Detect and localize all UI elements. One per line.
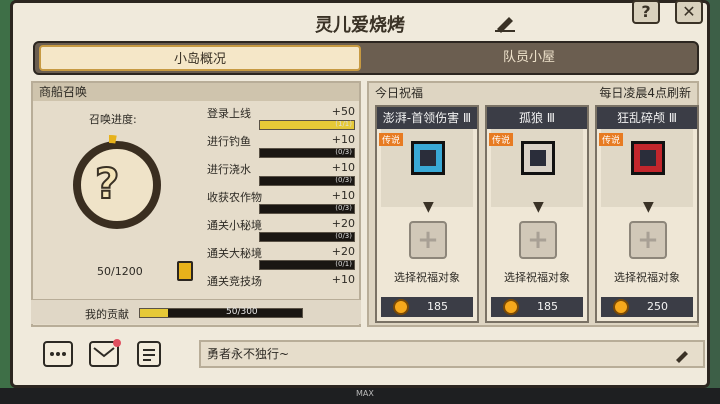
- legend-badge: 传说: [379, 133, 404, 146]
- island-panel: 灵儿爱烧烤 小岛概况 队员小屋 商船召唤 召唤进度: ? 50/1200 登录上…: [10, 0, 710, 388]
- task-reward: +10: [331, 161, 355, 174]
- blessing-cost-button[interactable]: 185: [381, 297, 473, 317]
- contribution-row: 我的贡献 50/300: [31, 299, 361, 324]
- task-progress-bar: (0/3): [259, 232, 355, 242]
- task-progress-bar: (0/3): [259, 148, 355, 158]
- blessing-card-title: 澎湃-首领伤害 Ⅲ: [377, 107, 477, 129]
- question-mark-icon: ?: [94, 158, 120, 209]
- task-row: 通关大秘境 +20 (0/1): [207, 245, 355, 275]
- blessing-icon: [521, 141, 555, 175]
- blessing-cost-button[interactable]: 185: [491, 297, 583, 317]
- contribution-label: 我的贡献: [85, 308, 129, 321]
- task-row: 进行浇水 +10 (0/3): [207, 161, 355, 191]
- summon-count: 50/1200: [97, 265, 143, 278]
- select-target-slot[interactable]: +: [629, 221, 667, 259]
- panel-title: 灵儿爱烧烤: [315, 15, 405, 36]
- task-name: 登录上线: [207, 107, 251, 120]
- motto-text: 勇者永不独行~: [207, 347, 290, 361]
- blessing-card: 澎湃-首领伤害 Ⅲ 传说 ▼ + 选择祝福对象 185: [375, 105, 479, 323]
- refresh-note: 每日凌晨4点刷新: [599, 86, 691, 100]
- task-progress-bar: (0/1): [259, 260, 355, 270]
- task-progress-text: (1/1): [335, 120, 352, 128]
- legend-badge: 传说: [599, 133, 624, 146]
- task-reward: +10: [331, 189, 355, 202]
- blessing-icon: [411, 141, 445, 175]
- blessing-cost-button[interactable]: 250: [601, 297, 693, 317]
- contribution-fill: [140, 309, 168, 317]
- task-name: 收获农作物: [207, 191, 262, 204]
- chat-icon[interactable]: [43, 341, 73, 367]
- task-reward: +10: [331, 133, 355, 146]
- bottom-bar: 勇者永不独行~: [29, 333, 705, 377]
- coin-icon: [393, 299, 409, 315]
- blessing-card-title: 孤狼 Ⅲ: [487, 107, 587, 129]
- task-reward: +10: [331, 273, 355, 286]
- task-progress-bar: (1/1): [259, 120, 355, 130]
- close-button[interactable]: ✕: [675, 0, 703, 24]
- coin-icon: [503, 299, 519, 315]
- edit-motto-icon[interactable]: [673, 346, 691, 364]
- motto-field[interactable]: 勇者永不独行~: [199, 340, 705, 368]
- blessing-card: 孤狼 Ⅲ 传说 ▼ + 选择祝福对象 185: [485, 105, 589, 323]
- arrow-down-icon: ▼: [643, 199, 654, 215]
- blessing-card-title: 狂乱碎颅 Ⅲ: [597, 107, 697, 129]
- max-label: MAX: [356, 389, 374, 398]
- notes-icon[interactable]: [137, 341, 161, 367]
- edit-title-icon[interactable]: [493, 13, 517, 33]
- clipboard-icon[interactable]: [177, 261, 193, 281]
- task-row: 登录上线 +50 (1/1): [207, 105, 355, 135]
- blessing-cost: 250: [647, 300, 668, 313]
- ship-summon-title: 商船召唤: [33, 83, 359, 101]
- task-row: 进行钓鱼 +10 (0/3): [207, 133, 355, 163]
- choose-target-text[interactable]: 选择祝福对象: [487, 269, 587, 285]
- task-progress-text: (0/3): [335, 176, 352, 184]
- task-name: 通关竞技场: [207, 275, 262, 288]
- task-name: 进行浇水: [207, 163, 251, 176]
- today-blessing-section: 今日祝福 每日凌晨4点刷新 澎湃-首领伤害 Ⅲ 传说 ▼ + 选择祝福对象 18…: [367, 81, 699, 327]
- blessing-cost: 185: [537, 300, 558, 313]
- select-target-slot[interactable]: +: [409, 221, 447, 259]
- mail-notification-dot: [113, 339, 121, 347]
- choose-target-text[interactable]: 选择祝福对象: [597, 269, 697, 285]
- task-name: 进行钓鱼: [207, 135, 251, 148]
- legend-badge: 传说: [489, 133, 514, 146]
- task-progress-text: (0/3): [335, 232, 352, 240]
- arrow-down-icon: ▼: [533, 199, 544, 215]
- task-progress-text: (0/1): [335, 260, 352, 268]
- select-target-slot[interactable]: +: [519, 221, 557, 259]
- contribution-value: 50/300: [226, 307, 258, 317]
- task-reward: +20: [331, 217, 355, 230]
- task-reward: +50: [331, 105, 355, 118]
- mail-glyph: [93, 347, 115, 358]
- arrow-down-icon: ▼: [423, 199, 434, 215]
- blessing-card: 狂乱碎颅 Ⅲ 传说 ▼ + 选择祝福对象 250: [595, 105, 699, 323]
- task-row: 收获农作物 +10 (0/3): [207, 189, 355, 219]
- task-progress-text: (0/3): [335, 204, 352, 212]
- tab-member-cabin[interactable]: 队员小屋: [365, 45, 693, 71]
- tab-island-overview[interactable]: 小岛概况: [39, 45, 361, 71]
- task-row: 通关小秘境 +20 (0/3): [207, 217, 355, 247]
- mail-icon[interactable]: [89, 339, 121, 367]
- task-name: 通关小秘境: [207, 219, 262, 232]
- contribution-bar: 50/300: [139, 307, 303, 318]
- task-progress-bar: (0/3): [259, 176, 355, 186]
- blessing-title: 今日祝福: [375, 86, 424, 100]
- ship-summon-section: 商船召唤 召唤进度: ? 50/1200 登录上线 +50 (1/1) 进行钓鱼 +10…: [31, 81, 361, 327]
- notes-glyph: [143, 349, 155, 361]
- task-progress-text: (0/3): [335, 148, 352, 156]
- choose-target-text[interactable]: 选择祝福对象: [377, 269, 477, 285]
- task-name: 通关大秘境: [207, 247, 262, 260]
- tab-bar: 小岛概况 队员小屋: [33, 41, 699, 75]
- task-progress-bar: (0/3): [259, 204, 355, 214]
- chat-glyph: [50, 352, 66, 356]
- blessing-icon: [631, 141, 665, 175]
- blessing-cost: 185: [427, 300, 448, 313]
- help-button[interactable]: ?: [632, 0, 660, 24]
- task-reward: +20: [331, 245, 355, 258]
- coin-icon: [613, 299, 629, 315]
- summon-progress-label: 召唤进度:: [89, 113, 137, 126]
